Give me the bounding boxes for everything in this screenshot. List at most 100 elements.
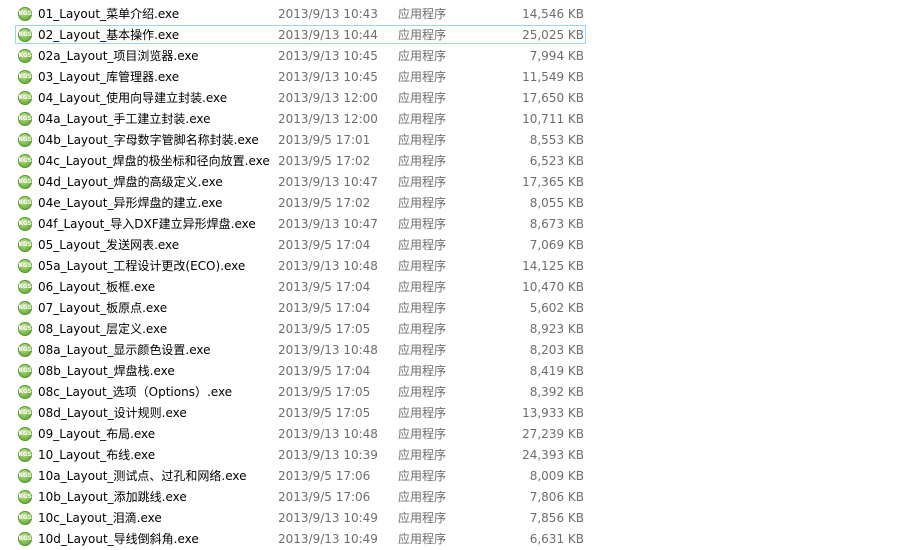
file-type: 应用程序 — [398, 238, 447, 252]
file-type: 应用程序 — [398, 280, 447, 294]
file-type: 应用程序 — [398, 259, 447, 273]
kgs-icon-label: KGS — [18, 325, 32, 332]
file-size: 8,553 KB — [529, 133, 584, 147]
file-name[interactable]: 04f_Layout_导入DXF建立异形焊盘.exe — [38, 216, 256, 232]
file-name[interactable]: 08c_Layout_选项（Options）.exe — [38, 384, 232, 400]
file-size: 17,365 KB — [522, 175, 584, 189]
file-row[interactable]: KGS 02_Layout_基本操作.exe 2013/9/13 10:44 应用程序… — [0, 25, 909, 46]
file-row[interactable]: KGS 04b_Layout_字母数字管脚名称封装.exe 2013/9/5 17:… — [0, 130, 909, 151]
kgs-icon-label: KGS — [18, 409, 32, 416]
kgs-icon-label: KGS — [18, 115, 32, 122]
file-row[interactable]: KGS 09_Layout_布局.exe 2013/9/13 10:48 应用程序 27… — [0, 424, 909, 445]
file-row[interactable]: KGS 08_Layout_层定义.exe 2013/9/5 17:05 应用程序 8,… — [0, 319, 909, 340]
file-size: 11,549 KB — [522, 70, 584, 84]
kgs-app-icon: KGS — [18, 385, 32, 399]
file-size: 13,933 KB — [522, 406, 584, 420]
kgs-app-icon: KGS — [18, 280, 32, 294]
file-size: 8,009 KB — [529, 469, 584, 483]
kgs-icon-label: KGS — [18, 94, 32, 101]
file-name[interactable]: 08b_Layout_焊盘栈.exe — [38, 363, 175, 379]
file-size: 6,631 KB — [529, 532, 584, 546]
file-date-modified: 2013/9/13 10:48 — [278, 259, 378, 273]
file-row[interactable]: KGS 08a_Layout_显示颜色设置.exe 2013/9/13 10:48 应… — [0, 340, 909, 361]
file-row[interactable]: KGS 08c_Layout_选项（Options）.exe 2013/9/5 17… — [0, 382, 909, 403]
kgs-app-icon: KGS — [18, 343, 32, 357]
file-row[interactable]: KGS 01_Layout_菜单介绍.exe 2013/9/13 10:43 应用程序… — [0, 4, 909, 25]
file-name[interactable]: 08a_Layout_显示颜色设置.exe — [38, 342, 211, 358]
kgs-icon-label: KGS — [18, 220, 32, 227]
file-name[interactable]: 04_Layout_使用向导建立封装.exe — [38, 90, 227, 106]
file-row[interactable]: KGS 08d_Layout_设计规则.exe 2013/9/5 17:05 应用程序… — [0, 403, 909, 424]
file-name[interactable]: 06_Layout_板框.exe — [38, 279, 155, 295]
file-name[interactable]: 02_Layout_基本操作.exe — [38, 27, 179, 43]
file-name[interactable]: 09_Layout_布局.exe — [38, 426, 155, 442]
file-row[interactable]: KGS 05a_Layout_工程设计更改(ECO).exe 2013/9/13 1… — [0, 256, 909, 277]
kgs-icon-label: KGS — [18, 430, 32, 437]
kgs-app-icon: KGS — [18, 301, 32, 315]
kgs-app-icon: KGS — [18, 532, 32, 546]
kgs-icon-label: KGS — [18, 493, 32, 500]
file-size: 14,125 KB — [522, 259, 584, 273]
file-row[interactable]: KGS 02a_Layout_项目浏览器.exe 2013/9/13 10:45 应用… — [0, 46, 909, 67]
file-name[interactable]: 08_Layout_层定义.exe — [38, 321, 167, 337]
file-date-modified: 2013/9/13 12:00 — [278, 112, 378, 126]
kgs-icon-label: KGS — [18, 472, 32, 479]
file-date-modified: 2013/9/5 17:02 — [278, 154, 371, 168]
kgs-app-icon: KGS — [18, 7, 32, 21]
file-name[interactable]: 02a_Layout_项目浏览器.exe — [38, 48, 199, 64]
file-date-modified: 2013/9/5 17:04 — [278, 301, 371, 315]
file-row[interactable]: KGS 04e_Layout_异形焊盘的建立.exe 2013/9/5 17:02 应… — [0, 193, 909, 214]
file-type: 应用程序 — [398, 490, 447, 504]
file-name[interactable]: 05_Layout_发送网表.exe — [38, 237, 179, 253]
kgs-app-icon: KGS — [18, 427, 32, 441]
file-size: 8,419 KB — [529, 364, 584, 378]
file-name[interactable]: 07_Layout_板原点.exe — [38, 300, 167, 316]
file-type: 应用程序 — [398, 7, 447, 21]
file-name[interactable]: 04a_Layout_手工建立封装.exe — [38, 111, 211, 127]
file-row[interactable]: KGS 04c_Layout_焊盘的极坐标和径向放置.exe 2013/9/5 17… — [0, 151, 909, 172]
file-date-modified: 2013/9/5 17:01 — [278, 133, 371, 147]
file-row[interactable]: KGS 10d_Layout_导线倒斜角.exe 2013/9/13 10:49 应用… — [0, 529, 909, 550]
kgs-icon-label: KGS — [18, 367, 32, 374]
file-name[interactable]: 01_Layout_菜单介绍.exe — [38, 6, 179, 22]
file-row[interactable]: KGS 10c_Layout_泪滴.exe 2013/9/13 10:49 应用程序 7… — [0, 508, 909, 529]
file-row[interactable]: KGS 04a_Layout_手工建立封装.exe 2013/9/13 12:00 应… — [0, 109, 909, 130]
file-row[interactable]: KGS 10a_Layout_测试点、过孔和网络.exe 2013/9/5 17:0… — [0, 466, 909, 487]
file-size: 17,650 KB — [522, 91, 584, 105]
file-name[interactable]: 04e_Layout_异形焊盘的建立.exe — [38, 195, 223, 211]
kgs-icon-label: KGS — [18, 262, 32, 269]
kgs-app-icon: KGS — [18, 70, 32, 84]
file-row[interactable]: KGS 04_Layout_使用向导建立封装.exe 2013/9/13 12:00… — [0, 88, 909, 109]
file-name[interactable]: 10d_Layout_导线倒斜角.exe — [38, 531, 199, 547]
file-name[interactable]: 04b_Layout_字母数字管脚名称封装.exe — [38, 132, 259, 148]
file-size: 7,994 KB — [529, 49, 584, 63]
kgs-app-icon: KGS — [18, 28, 32, 42]
file-date-modified: 2013/9/13 10:49 — [278, 511, 378, 525]
file-row[interactable]: KGS 10b_Layout_添加跳线.exe 2013/9/5 17:06 应用程序… — [0, 487, 909, 508]
file-row[interactable]: KGS 10_Layout_布线.exe 2013/9/13 10:39 应用程序 24… — [0, 445, 909, 466]
file-name[interactable]: 10_Layout_布线.exe — [38, 447, 155, 463]
file-row[interactable]: KGS 05_Layout_发送网表.exe 2013/9/5 17:04 应用程序 7… — [0, 235, 909, 256]
file-name[interactable]: 10a_Layout_测试点、过孔和网络.exe — [38, 468, 247, 484]
file-name[interactable]: 04c_Layout_焊盘的极坐标和径向放置.exe — [38, 153, 270, 169]
kgs-icon-label: KGS — [18, 514, 32, 521]
file-type: 应用程序 — [398, 511, 447, 525]
file-row[interactable]: KGS 04d_Layout_焊盘的高级定义.exe 2013/9/13 10:47… — [0, 172, 909, 193]
file-name[interactable]: 10b_Layout_添加跳线.exe — [38, 489, 187, 505]
file-name[interactable]: 08d_Layout_设计规则.exe — [38, 405, 187, 421]
file-name[interactable]: 05a_Layout_工程设计更改(ECO).exe — [38, 258, 245, 274]
kgs-icon-label: KGS — [18, 157, 32, 164]
file-row[interactable]: KGS 07_Layout_板原点.exe 2013/9/5 17:04 应用程序 5,… — [0, 298, 909, 319]
file-type: 应用程序 — [398, 448, 447, 462]
file-date-modified: 2013/9/13 10:49 — [278, 532, 378, 546]
file-type: 应用程序 — [398, 91, 447, 105]
file-name[interactable]: 03_Layout_库管理器.exe — [38, 69, 179, 85]
file-row[interactable]: KGS 03_Layout_库管理器.exe 2013/9/13 10:45 应用程序… — [0, 67, 909, 88]
file-name[interactable]: 10c_Layout_泪滴.exe — [38, 510, 162, 526]
file-size: 6,523 KB — [529, 154, 584, 168]
file-row[interactable]: KGS 06_Layout_板框.exe 2013/9/5 17:04 应用程序 10,… — [0, 277, 909, 298]
file-name[interactable]: 04d_Layout_焊盘的高级定义.exe — [38, 174, 223, 190]
file-row[interactable]: KGS 08b_Layout_焊盘栈.exe 2013/9/5 17:04 应用程序 8… — [0, 361, 909, 382]
file-row[interactable]: KGS 04f_Layout_导入DXF建立异形焊盘.exe 2013/9/13 1… — [0, 214, 909, 235]
file-type: 应用程序 — [398, 343, 447, 357]
